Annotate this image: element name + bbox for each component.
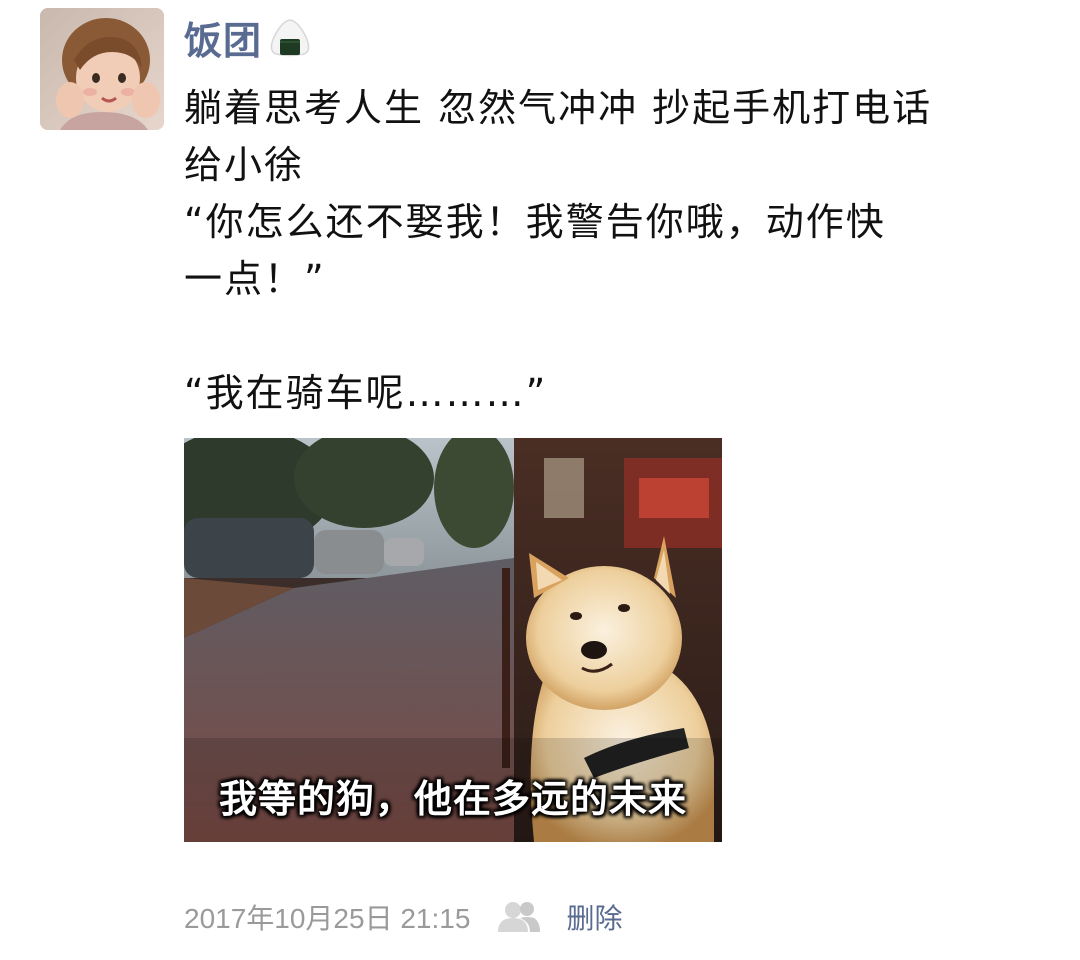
image-caption: 我等的狗，他在多远的未来 [218,777,687,821]
users-icon[interactable] [496,900,542,934]
post-text: 躺着思考人生 忽然气冲冲 抄起手机打电话 给小徐 “你怎么还不娶我！我警告你哦，… [184,80,1054,422]
post-line: 躺着思考人生 忽然气冲冲 抄起手机打电话 [184,86,933,130]
post-line: 一点！” [184,257,326,301]
author-row: 饭团 [184,10,312,65]
onigiri-icon [270,19,310,57]
author-name[interactable]: 饭团 [184,10,262,65]
post-line: “你怎么还不娶我！我警告你哦，动作快 [184,200,886,244]
post-timestamp: 2017年10月25日 21:15 [184,903,471,934]
post-line: 给小徐 [184,143,305,187]
post-image[interactable]: 我等的狗，他在多远的未来 [184,438,722,842]
avatar-image [40,8,164,130]
delete-button[interactable]: 删除 [566,897,622,937]
avatar[interactable] [40,8,164,130]
moment-post: 饭团 躺着思考人生 忽然气冲冲 抄起手机打电话 给小徐 “你怎么还不娶我！我警告… [0,0,1080,960]
post-line: “我在骑车呢………” [184,371,548,415]
post-line-blank [184,308,1054,365]
post-footer: 2017年10月25日 21:15 删除 [184,892,622,942]
